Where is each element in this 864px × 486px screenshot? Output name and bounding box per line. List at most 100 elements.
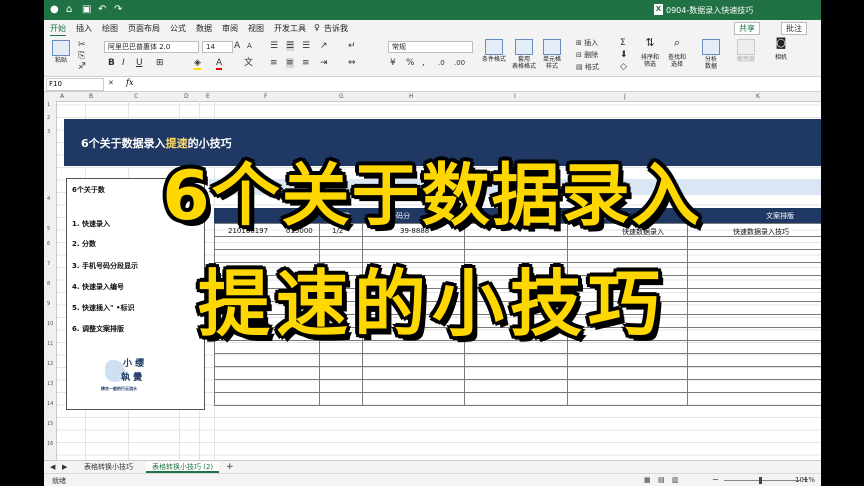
sort-filter-button[interactable]: ⇅ 排序和 筛选 — [638, 36, 662, 68]
add-sheet-button[interactable]: + — [220, 462, 240, 473]
tab-page-layout[interactable]: 页面布局 — [128, 23, 160, 34]
page-layout-view-icon[interactable]: ▤ — [658, 475, 665, 485]
zoom-slider[interactable] — [724, 480, 800, 481]
paste-button[interactable]: 粘贴 — [50, 40, 72, 64]
sheet-tab[interactable]: 表格转换小技巧 — [78, 462, 139, 473]
number-format-select[interactable]: 常规 — [388, 41, 473, 53]
autosum-icon[interactable]: Σ — [620, 38, 626, 48]
status-text: 就绪 — [52, 477, 66, 485]
row-header[interactable]: 12 — [47, 361, 53, 367]
font-grow-icon[interactable]: A — [234, 41, 240, 51]
prev-sheet-icon[interactable]: ◀ — [50, 462, 55, 472]
align-bottom-icon[interactable]: ☰ — [302, 41, 310, 51]
copy-icon[interactable]: ⎘ — [78, 51, 85, 61]
tab-draw[interactable]: 绘图 — [102, 23, 118, 34]
font-size-select[interactable]: 14 — [202, 41, 233, 53]
col-header-e[interactable]: E — [206, 93, 210, 100]
align-left-icon[interactable]: ≡ — [270, 58, 278, 68]
align-right-icon[interactable]: ≡ — [302, 58, 310, 68]
title-bar: ● ⌂ ▣ ↶ ↷ X 0904-数据录入快速技巧 — [44, 0, 821, 20]
find-select-button[interactable]: ⌕ 查找和 选择 — [665, 37, 689, 68]
decrease-decimal-icon[interactable]: .00 — [454, 58, 465, 68]
fill-icon[interactable]: ⬇ — [620, 50, 628, 60]
bold-icon[interactable]: B — [108, 58, 115, 68]
page-break-view-icon[interactable]: ▥ — [672, 475, 679, 485]
row-header[interactable]: 13 — [47, 381, 53, 387]
align-top-icon[interactable]: ☰ — [270, 41, 278, 51]
delete-cells-button[interactable]: ⊟ 删除 — [576, 50, 598, 60]
cell-style-button[interactable]: 单元格 样式 — [540, 39, 564, 70]
sort-filter-icon: ⇅ — [645, 36, 655, 49]
col-header-d[interactable]: D — [184, 93, 189, 100]
undo-icon[interactable]: ↶ — [98, 4, 106, 16]
indent-icon[interactable]: ⇥ — [320, 58, 328, 68]
normal-view-icon[interactable]: ▦ — [644, 475, 651, 485]
col-header-g[interactable]: G — [339, 93, 344, 100]
tab-view[interactable]: 视图 — [248, 23, 264, 34]
cancel-icon[interactable]: ✕ — [108, 78, 114, 88]
font-name-select[interactable]: 阿里巴巴普惠体 2.0 — [104, 41, 199, 53]
col-header-h[interactable]: H — [409, 93, 414, 100]
col-header-j[interactable]: J — [624, 93, 626, 100]
format-as-table-button[interactable]: 套用 表格格式 — [510, 39, 538, 70]
col-header-f[interactable]: F — [264, 93, 267, 100]
wrap-text-icon[interactable]: ↵ — [348, 41, 356, 51]
next-sheet-icon[interactable]: ▶ — [62, 462, 67, 472]
insert-cells-button[interactable]: ⊞ 插入 — [576, 38, 598, 48]
col-header-i[interactable]: I — [514, 93, 516, 100]
row-header[interactable]: 3 — [47, 129, 50, 135]
tab-developer[interactable]: 开发工具 — [274, 23, 306, 34]
tab-formulas[interactable]: 公式 — [170, 23, 186, 34]
camera-button[interactable]: ◙ 相机 — [770, 37, 792, 61]
name-box[interactable]: F10 — [46, 78, 104, 91]
col-header-b[interactable]: B — [89, 93, 93, 100]
increase-decimal-icon[interactable]: .0 — [438, 58, 445, 68]
redo-icon[interactable]: ↷ — [114, 4, 122, 16]
tab-home[interactable]: 开始 — [50, 23, 66, 37]
row-header[interactable]: 15 — [47, 421, 53, 427]
font-shrink-icon[interactable]: A — [247, 41, 252, 51]
row-header[interactable]: 2 — [47, 115, 50, 121]
col-header-a[interactable]: A — [60, 93, 64, 100]
tab-review[interactable]: 审阅 — [222, 23, 238, 34]
row-header[interactable]: 1 — [47, 102, 50, 108]
border-icon[interactable]: ⊞ — [156, 58, 164, 68]
sensitivity-icon — [737, 39, 755, 55]
row-header[interactable]: 14 — [47, 401, 53, 407]
comment-button[interactable]: 批注 — [781, 22, 807, 35]
currency-icon[interactable]: ¥ — [390, 58, 396, 68]
align-middle-icon[interactable]: ☰ — [286, 41, 295, 51]
row-header[interactable]: 16 — [47, 441, 53, 447]
tab-insert[interactable]: 插入 — [76, 23, 92, 34]
phonetic-icon[interactable]: 文 — [244, 58, 253, 68]
underline-icon[interactable]: U — [136, 58, 143, 68]
sensitivity-button[interactable]: 敏感度 — [734, 39, 758, 63]
cut-icon[interactable]: ✂ — [78, 40, 86, 50]
merge-center-icon[interactable]: ⇔ — [348, 58, 356, 68]
col-header-c[interactable]: C — [134, 93, 138, 100]
sheet-tab-active[interactable]: 表格转换小技巧 (2) — [146, 462, 220, 473]
percent-icon[interactable]: % — [406, 58, 415, 68]
orientation-icon[interactable]: ↗ — [320, 41, 328, 51]
col-header-k[interactable]: K — [756, 93, 760, 100]
insert-function-icon[interactable]: fx — [126, 78, 133, 87]
share-button[interactable]: 共享 — [734, 22, 760, 35]
fill-color-icon[interactable]: ◈ — [194, 58, 201, 70]
comma-icon[interactable]: , — [422, 58, 425, 68]
italic-icon[interactable]: I — [122, 58, 125, 68]
zoom-out-icon[interactable]: − — [712, 475, 719, 485]
font-color-icon[interactable]: A — [216, 58, 223, 70]
clear-icon[interactable]: ◇ — [620, 62, 627, 72]
zoom-slider-thumb[interactable] — [759, 477, 762, 484]
format-cells-button[interactable]: ▤ 格式 — [576, 62, 599, 72]
align-center-icon[interactable]: ≡ — [286, 58, 294, 68]
format-painter-icon[interactable]: ♐ — [78, 62, 86, 72]
autosave-icon[interactable]: ● — [50, 4, 59, 16]
tab-data[interactable]: 数据 — [196, 23, 212, 34]
logo-line3: 拂衣一般的行云流水 — [101, 386, 137, 391]
analyze-data-button[interactable]: 分析 数据 — [700, 39, 722, 70]
tell-me-search[interactable]: 告诉我 — [324, 23, 348, 34]
save-icon[interactable]: ▣ — [82, 4, 91, 16]
home-icon[interactable]: ⌂ — [66, 4, 72, 16]
conditional-format-button[interactable]: 条件格式 — [480, 39, 508, 63]
